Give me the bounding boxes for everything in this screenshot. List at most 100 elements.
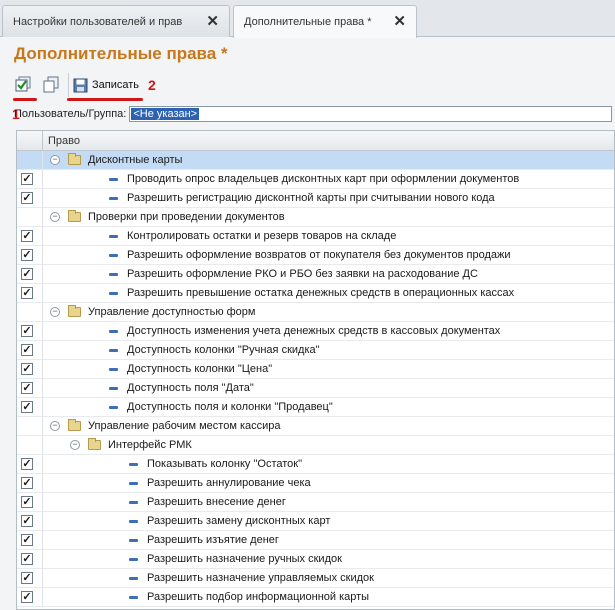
toolbar: Записать 2 1 [10,73,610,122]
right-label: Доступность поля "Дата" [127,382,254,394]
save-button[interactable]: Записать [68,73,153,97]
item-dash-icon [129,577,138,580]
item-dash-icon [129,482,138,485]
group-row[interactable]: − Управление доступностью форм [17,303,614,322]
right-checkbox[interactable]: ✓ [21,363,33,375]
item-dash-icon [129,520,138,523]
check-cell: ✓ [17,246,43,265]
right-checkbox[interactable]: ✓ [21,173,33,185]
table-row[interactable]: ✓ Разрешить внесение денег [17,493,614,512]
collapse-icon[interactable]: − [50,212,60,222]
right-checkbox[interactable]: ✓ [21,382,33,394]
check-all-button[interactable] [14,73,36,97]
right-label: Разрешить регистрацию дисконтной карты п… [127,192,495,204]
group-row[interactable]: − Управление рабочим местом кассира [17,417,614,436]
table-row[interactable]: ✓ Показывать колонку "Остаток" [17,455,614,474]
group-label: Управление доступностью форм [88,306,256,318]
item-dash-icon [109,368,118,371]
tab-user-settings[interactable]: Настройки пользователей и прав ✕ [2,5,230,37]
item-dash-icon [129,596,138,599]
table-row[interactable]: ✓ Доступность поля и колонки "Продавец" [17,398,614,417]
right-label: Проводить опрос владельцев дисконтных ка… [127,173,520,185]
check-cell: ✓ [17,531,43,550]
right-checkbox[interactable]: ✓ [21,268,33,280]
table-row[interactable]: ✓ Доступность колонки "Ручная скидка" [17,341,614,360]
table-row[interactable]: ✓ Разрешить оформление возвратов от покуп… [17,246,614,265]
collapse-icon[interactable]: − [50,155,60,165]
table-row[interactable]: ✓ Разрешить оформление РКО и РБО без заяв… [17,265,614,284]
table-row[interactable]: ✓ Проводить опрос владельцев дисконтных к… [17,170,614,189]
right-checkbox[interactable]: ✓ [21,325,33,337]
check-cell: ✓ [17,455,43,474]
copy-button[interactable] [42,73,64,97]
folder-icon [68,210,81,222]
right-checkbox[interactable]: ✓ [21,230,33,242]
check-cell: ✓ [17,493,43,512]
check-cell: ✓ [17,550,43,569]
check-cell: ✓ [17,569,43,588]
close-icon[interactable]: ✕ [206,14,219,29]
check-cell: ✓ [17,588,43,607]
right-checkbox[interactable]: ✓ [21,249,33,261]
right-checkbox[interactable]: ✓ [21,287,33,299]
header-check-column [17,131,43,151]
item-dash-icon [109,197,118,200]
right-checkbox[interactable]: ✓ [21,344,33,356]
group-label: Проверки при проведении документов [88,211,285,223]
table-header: Право [17,131,614,151]
table-row[interactable]: ✓ Доступность поля "Дата" [17,379,614,398]
right-checkbox[interactable]: ✓ [21,534,33,546]
save-icon [73,78,88,92]
folder-icon [88,438,101,450]
tab-additional-rights[interactable]: Дополнительные права * ✕ [233,5,417,38]
right-checkbox[interactable]: ✓ [21,591,33,603]
right-label: Разрешить назначение ручных скидок [147,553,342,565]
right-checkbox[interactable]: ✓ [21,515,33,527]
table-row[interactable]: ✓ Разрешить аннулирование чека [17,474,614,493]
right-checkbox[interactable]: ✓ [21,477,33,489]
group-row[interactable]: − Проверки при проведении документов [17,208,614,227]
group-row[interactable]: − Интерфейс РМК [17,436,614,455]
item-dash-icon [109,349,118,352]
right-checkbox[interactable]: ✓ [21,192,33,204]
column-header-right[interactable]: Право [48,135,80,147]
table-row[interactable]: ✓ Контролировать остатки и резерв товаров… [17,227,614,246]
table-row[interactable]: ✓ Разрешить изъятие денег [17,531,614,550]
item-dash-icon [109,254,118,257]
item-dash-icon [109,178,118,181]
tab-label: Настройки пользователей и прав [13,15,183,28]
folder-icon [68,419,81,431]
right-checkbox[interactable]: ✓ [21,458,33,470]
group-row[interactable]: − Дисконтные карты [17,151,614,170]
right-checkbox[interactable]: ✓ [21,572,33,584]
item-dash-icon [129,463,138,466]
copy-icon [43,76,59,93]
check-cell [17,151,43,170]
table-row[interactable]: ✓ Разрешить назначение ручных скидок [17,550,614,569]
user-group-value: <Не указан> [131,108,200,120]
user-group-field[interactable]: <Не указан> [129,106,612,122]
page-title: Дополнительные права * [14,44,228,63]
item-dash-icon [109,273,118,276]
check-cell: ✓ [17,227,43,246]
item-dash-icon [109,330,118,333]
group-label: Управление рабочим местом кассира [88,420,281,432]
table-row[interactable]: ✓ Разрешить регистрацию дисконтной карты … [17,189,614,208]
table-row[interactable]: ✓ Разрешить подбор информационной карты [17,588,614,607]
right-checkbox[interactable]: ✓ [21,401,33,413]
close-icon[interactable]: ✕ [393,14,406,29]
table-row[interactable]: ✓ Доступность колонки "Цена" [17,360,614,379]
item-dash-icon [129,539,138,542]
right-checkbox[interactable]: ✓ [21,553,33,565]
table-row[interactable]: ✓ Разрешить назначение управляемых скидок [17,569,614,588]
table-row[interactable]: ✓ Доступность изменения учета денежных ср… [17,322,614,341]
table-row[interactable]: ✓ Разрешить замену дисконтных карт [17,512,614,531]
right-label: Разрешить оформление возвратов от покупа… [127,249,511,261]
right-checkbox[interactable]: ✓ [21,496,33,508]
table-row[interactable]: ✓ Разрешить превышение остатка денежных с… [17,284,614,303]
collapse-icon[interactable]: − [70,440,80,450]
collapse-icon[interactable]: − [50,421,60,431]
collapse-icon[interactable]: − [50,307,60,317]
right-label: Разрешить изъятие денег [147,534,279,546]
annotation-number-2: 2 [148,77,156,93]
